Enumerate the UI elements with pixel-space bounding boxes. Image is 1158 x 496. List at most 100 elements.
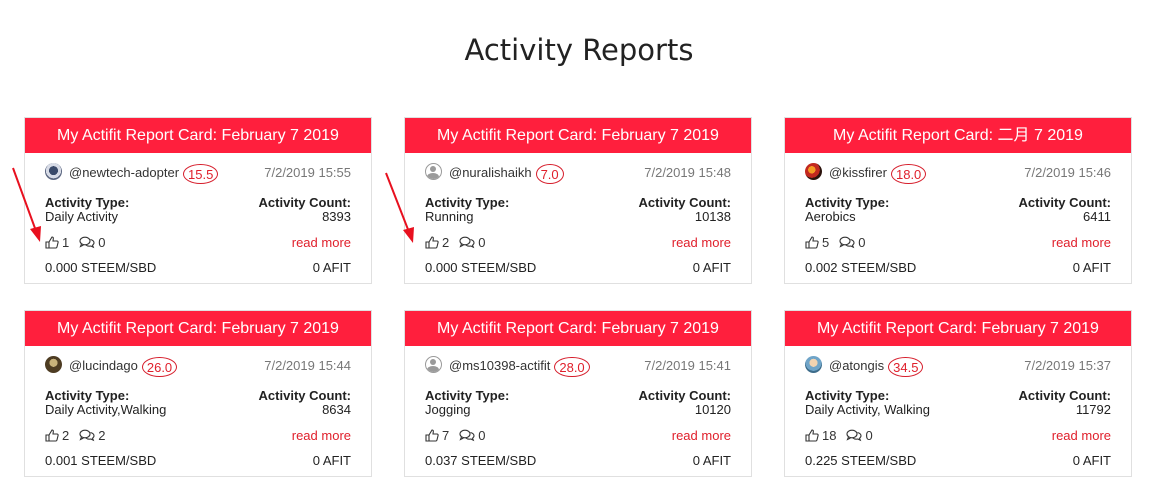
- activity-count-label: Activity Count:: [1018, 388, 1111, 403]
- report-card: My Actifit Report Card: February 7 2019 …: [24, 117, 372, 284]
- username-link[interactable]: @nuralishaikh 7.0: [449, 162, 564, 184]
- read-more-link[interactable]: read more: [672, 235, 731, 250]
- activity-type-label: Activity Type:: [805, 195, 890, 210]
- likes-count: 2: [62, 428, 70, 443]
- afit-reward: 0 AFIT: [1072, 453, 1111, 468]
- activity-count-label: Activity Count:: [1018, 195, 1111, 210]
- afit-reward: 0 AFIT: [1072, 260, 1111, 275]
- activity-type-value: Daily Activity: [45, 209, 118, 224]
- activity-count-value: 6411: [1083, 209, 1111, 224]
- steem-reward: 0.002 STEEM/SBD: [805, 260, 917, 275]
- read-more-link[interactable]: read more: [672, 428, 731, 443]
- user-avatar[interactable]: [805, 356, 822, 373]
- activity-type-label: Activity Type:: [805, 388, 890, 403]
- card-title-link[interactable]: My Actifit Report Card: February 7 2019: [25, 311, 371, 346]
- activity-count-label: Activity Count:: [638, 388, 731, 403]
- default-user-icon[interactable]: [425, 163, 442, 180]
- user-avatar[interactable]: [45, 163, 62, 180]
- comments-icon[interactable]: [459, 236, 475, 249]
- reputation-badge: 26.0: [141, 357, 178, 377]
- read-more-link[interactable]: read more: [292, 428, 351, 443]
- report-card: My Actifit Report Card: February 7 2019 …: [404, 117, 752, 284]
- activity-count-value: 10138: [694, 209, 731, 224]
- afit-reward: 0 AFIT: [692, 260, 731, 275]
- comments-icon[interactable]: [79, 236, 95, 249]
- steem-reward: 0.001 STEEM/SBD: [45, 453, 157, 468]
- steem-reward: 0.000 STEEM/SBD: [45, 260, 157, 275]
- thumbs-up-icon[interactable]: [425, 236, 439, 249]
- activity-type-value: Daily Activity,Walking: [45, 402, 167, 417]
- reputation-badge: 15.5: [183, 164, 219, 184]
- likes-count: 5: [822, 235, 830, 250]
- comments-icon[interactable]: [79, 429, 95, 442]
- card-title-link[interactable]: My Actifit Report Card: February 7 2019: [405, 118, 751, 153]
- activity-type-label: Activity Type:: [425, 195, 510, 210]
- thumbs-up-icon[interactable]: [805, 429, 819, 442]
- comments-icon[interactable]: [459, 429, 475, 442]
- reputation-badge: 7.0: [535, 164, 564, 184]
- post-date: 7/2/2019 15:41: [644, 358, 731, 373]
- activity-type-label: Activity Type:: [45, 195, 130, 210]
- comments-count: 0: [478, 428, 486, 443]
- default-user-icon[interactable]: [425, 356, 442, 373]
- activity-count-value: 10120: [694, 402, 731, 417]
- steem-reward: 0.037 STEEM/SBD: [425, 453, 537, 468]
- user-avatar[interactable]: [805, 163, 822, 180]
- thumbs-up-icon[interactable]: [45, 236, 59, 249]
- likes-count: 1: [62, 235, 70, 250]
- card-title-link[interactable]: My Actifit Report Card: February 7 2019: [785, 311, 1131, 346]
- report-card: My Actifit Report Card: February 7 2019 …: [404, 310, 752, 477]
- page-title: Activity Reports: [464, 33, 694, 67]
- afit-reward: 0 AFIT: [312, 260, 351, 275]
- activity-type-label: Activity Type:: [45, 388, 130, 403]
- steem-reward: 0.000 STEEM/SBD: [425, 260, 537, 275]
- card-title-link[interactable]: My Actifit Report Card: February 7 2019: [405, 311, 751, 346]
- comments-count: 0: [98, 235, 106, 250]
- username-link[interactable]: @lucindago 26.0: [69, 355, 178, 377]
- likes-count: 7: [442, 428, 450, 443]
- username-link[interactable]: @atongis 34.5: [829, 355, 924, 377]
- post-date: 7/2/2019 15:37: [1024, 358, 1111, 373]
- activity-count-label: Activity Count:: [258, 388, 351, 403]
- read-more-link[interactable]: read more: [1052, 235, 1111, 250]
- report-card: My Actifit Report Card: February 7 2019 …: [24, 310, 372, 477]
- card-title-link[interactable]: My Actifit Report Card: February 7 2019: [25, 118, 371, 153]
- reputation-badge: 28.0: [554, 357, 590, 377]
- thumbs-up-icon[interactable]: [805, 236, 819, 249]
- comments-icon[interactable]: [839, 236, 855, 249]
- card-title-link[interactable]: My Actifit Report Card: 二月 7 2019: [785, 118, 1131, 153]
- post-date: 7/2/2019 15:46: [1024, 165, 1111, 180]
- activity-type-value: Jogging: [425, 402, 471, 417]
- activity-type-label: Activity Type:: [425, 388, 510, 403]
- comments-count: 0: [865, 428, 873, 443]
- afit-reward: 0 AFIT: [312, 453, 351, 468]
- likes-count: 18: [822, 428, 837, 443]
- comments-count: 2: [98, 428, 106, 443]
- thumbs-up-icon[interactable]: [425, 429, 439, 442]
- reputation-badge: 34.5: [888, 357, 924, 377]
- comments-count: 0: [478, 235, 486, 250]
- activity-type-value: Aerobics: [805, 209, 856, 224]
- read-more-link[interactable]: read more: [1052, 428, 1111, 443]
- activity-count-value: 8393: [322, 209, 351, 224]
- user-avatar[interactable]: [45, 356, 62, 373]
- afit-reward: 0 AFIT: [692, 453, 731, 468]
- username-link[interactable]: @newtech-adopter 15.5: [69, 162, 219, 184]
- username-link[interactable]: @ms10398-actifit 28.0: [449, 355, 590, 377]
- activity-count-label: Activity Count:: [638, 195, 731, 210]
- activity-count-value: 8634: [322, 402, 351, 417]
- likes-count: 2: [442, 235, 450, 250]
- activity-type-value: Daily Activity, Walking: [805, 402, 930, 417]
- comments-icon[interactable]: [846, 429, 863, 442]
- report-card: My Actifit Report Card: 二月 7 2019 @kissf…: [784, 117, 1132, 284]
- reputation-badge: 18.0: [890, 164, 927, 184]
- read-more-link[interactable]: read more: [292, 235, 351, 250]
- activity-type-value: Running: [425, 209, 474, 224]
- username-link[interactable]: @kissfirer 18.0: [829, 162, 927, 184]
- thumbs-up-icon[interactable]: [45, 429, 59, 442]
- steem-reward: 0.225 STEEM/SBD: [805, 453, 917, 468]
- activity-count-value: 11792: [1075, 402, 1111, 417]
- post-date: 7/2/2019 15:44: [264, 358, 351, 373]
- annotation-arrow: [385, 172, 414, 243]
- comments-count: 0: [858, 235, 866, 250]
